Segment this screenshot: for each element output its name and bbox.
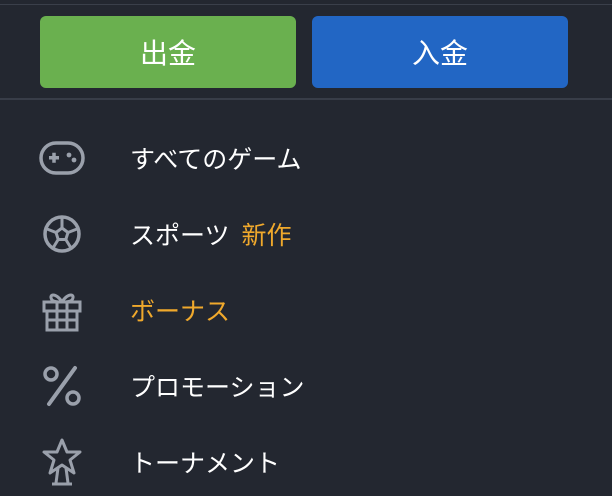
- menu-item-label: すべてのゲーム: [130, 145, 302, 174]
- menu-item-label: スポーツ: [130, 221, 230, 250]
- menu-item-label-group: スポーツ 新作: [130, 216, 292, 252]
- soccer-ball-icon: [36, 208, 88, 260]
- menu-item-tournaments[interactable]: トーナメント: [0, 424, 612, 496]
- menu-item-label: プロモーション: [130, 373, 305, 402]
- trophy-star-icon: [36, 436, 88, 488]
- gift-icon: [36, 284, 88, 336]
- menu-item-promotions[interactable]: プロモーション: [0, 348, 612, 424]
- gamepad-icon: [36, 132, 88, 184]
- new-badge: 新作: [241, 221, 292, 250]
- withdraw-button[interactable]: 出金: [40, 16, 296, 88]
- deposit-button[interactable]: 入金: [312, 16, 568, 88]
- menu-item-label: トーナメント: [130, 449, 281, 478]
- percent-icon: [36, 360, 88, 412]
- side-menu-panel: 出金 入金 すべてのゲーム スポーツ 新作 ボーナス プロモーション トーナメン…: [0, 0, 612, 496]
- menu-item-all-games[interactable]: すべてのゲーム: [0, 120, 612, 196]
- top-divider: [0, 4, 612, 5]
- section-divider: [0, 98, 612, 100]
- menu-item-sports[interactable]: スポーツ 新作: [0, 196, 612, 272]
- menu-item-bonus[interactable]: ボーナス: [0, 272, 612, 348]
- menu-item-label: ボーナス: [130, 297, 231, 326]
